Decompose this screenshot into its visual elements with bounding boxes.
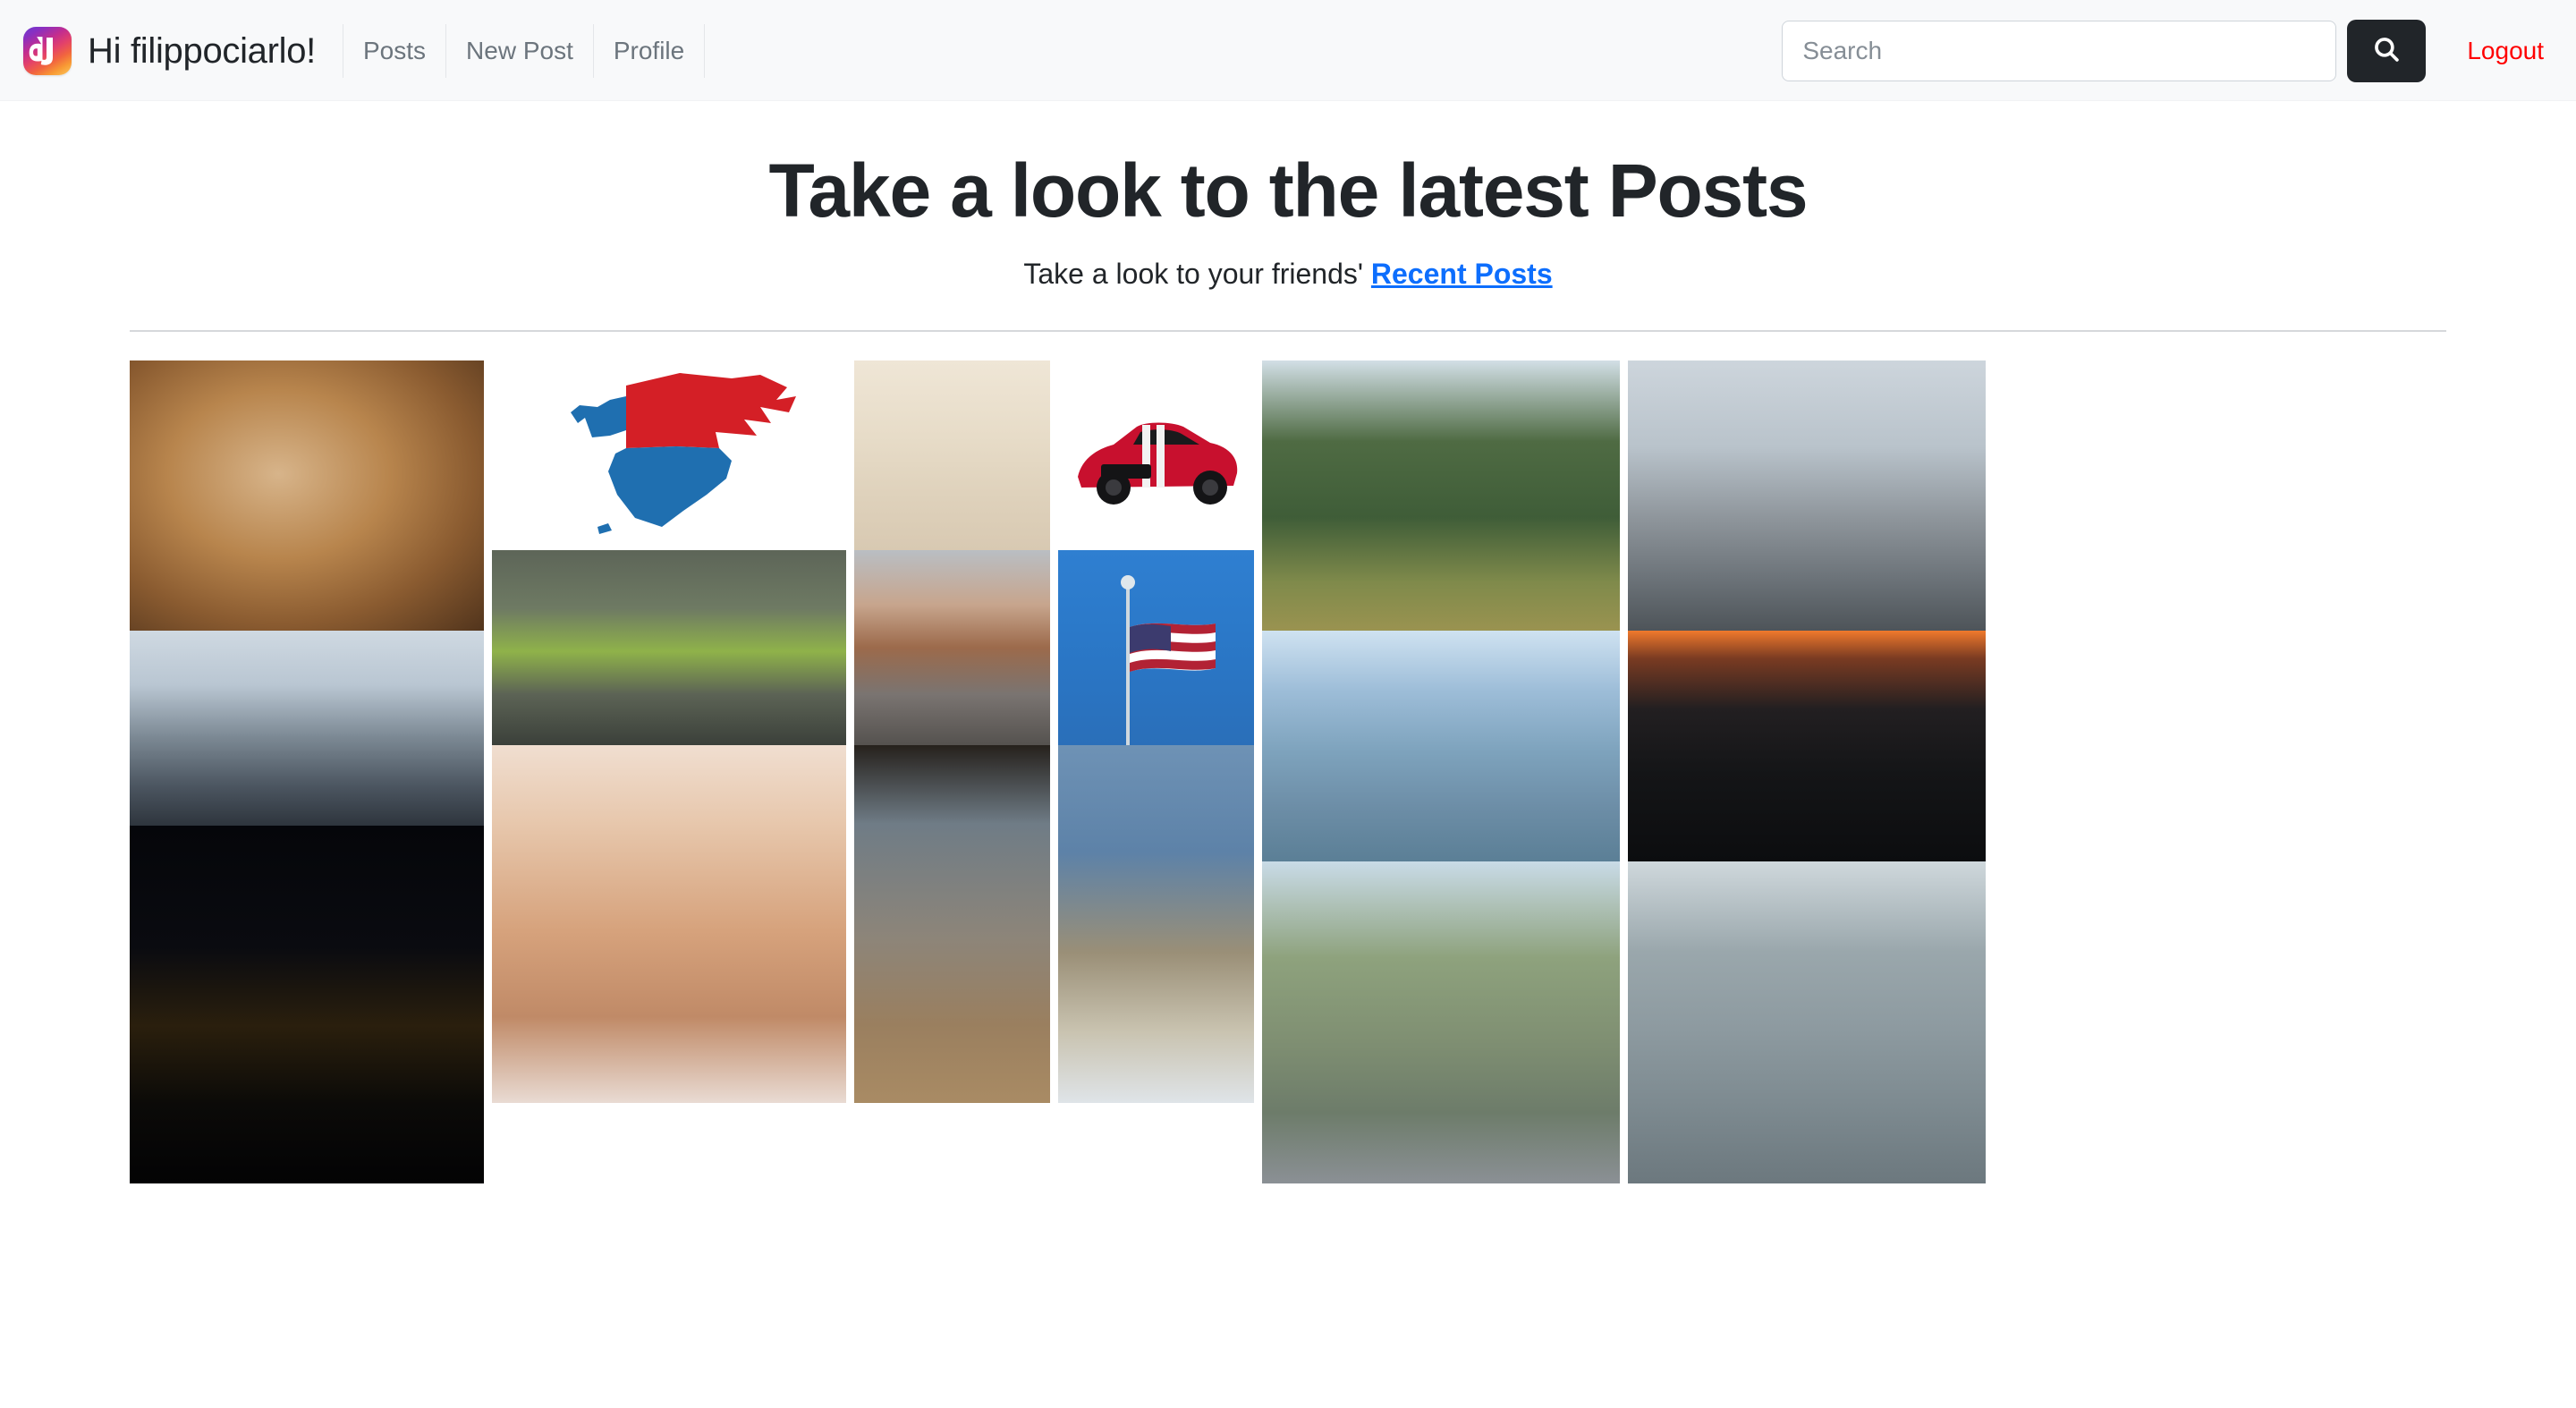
nav-link-profile[interactable]: Profile [592, 23, 706, 78]
post-north-america-map[interactable] [492, 360, 878, 550]
post-mars-surface-rover-tracks-image [492, 744, 846, 1103]
post-us-flag-blue-sky[interactable] [1058, 549, 1286, 745]
brand-home-link[interactable]: Hi filippociarlo! [23, 26, 343, 75]
search-input[interactable] [1782, 20, 2337, 81]
post-orange-lamborghini-downtown[interactable] [854, 549, 1082, 745]
post-jackson-hole-antler-arch-image [1058, 744, 1254, 1103]
post-river-bridge-aerial[interactable] [1262, 630, 1652, 861]
post-mars-surface-rover-tracks[interactable] [492, 744, 846, 1103]
post-london-skyline-gherkin-image [130, 630, 484, 826]
gallery-column-3 [854, 360, 1082, 1103]
post-cowboy-horse-cattle-image [130, 360, 484, 631]
post-north-america-map-image [492, 360, 846, 550]
navbar: Hi filippociarlo! Posts New Post Profile… [0, 0, 2576, 101]
post-log-cabin-forest-image [1262, 360, 1620, 631]
post-london-city-street[interactable] [1628, 360, 1986, 631]
post-earth-from-space-night[interactable] [130, 825, 484, 1183]
gallery-column-5 [1262, 360, 1652, 1183]
post-red-mustang-shelby-image [1058, 360, 1254, 550]
post-austin-capitol-congress-ave[interactable] [1262, 861, 1620, 1183]
post-jackson-hole-antler-arch[interactable] [1058, 744, 1254, 1103]
post-leonardo-sketch-cityscape-image [854, 360, 1050, 550]
page-subtitle-prefix: Take a look to your friends' [1023, 257, 1363, 290]
page-header-block: Take a look to the latest Posts Take a l… [0, 101, 2576, 291]
post-red-mustang-shelby[interactable] [1058, 360, 1286, 550]
gallery-column-6 [1628, 360, 1986, 1183]
page-subtitle: Take a look to your friends' Recent Post… [0, 258, 2576, 291]
post-cowboy-horse-cattle[interactable] [130, 360, 516, 631]
search-button[interactable] [2347, 19, 2427, 82]
post-rodeo-flag-montana-image [854, 744, 1050, 1103]
posts-gallery [0, 332, 2446, 1183]
post-us-flag-blue-sky-image [1058, 549, 1254, 745]
post-rogers-centre-toronto-night-image [1628, 630, 1986, 861]
gallery-column-2 [492, 360, 878, 1103]
page-title: Take a look to the latest Posts [768, 148, 1809, 233]
post-earth-from-space-night-image [130, 825, 484, 1183]
post-rogers-centre-toronto-night[interactable] [1628, 630, 1986, 861]
gallery-column-1 [130, 360, 516, 1183]
gallery-column-4 [1058, 360, 1286, 1103]
post-river-bridge-aerial-image [1262, 630, 1620, 861]
recent-posts-link[interactable]: Recent Posts [1371, 258, 1553, 290]
post-green-lamborghini-street[interactable] [492, 549, 878, 745]
search-icon [2371, 34, 2402, 67]
post-london-city-street-image [1628, 360, 1986, 631]
post-austin-capitol-congress-ave-image [1262, 861, 1620, 1183]
post-orange-lamborghini-downtown-image [854, 549, 1050, 745]
django-dj-logo-icon [23, 26, 72, 75]
post-rodeo-flag-montana[interactable] [854, 744, 1050, 1103]
post-alley-garages-autumn[interactable] [1628, 861, 1986, 1183]
nav-link-new-post[interactable]: New Post [445, 23, 593, 78]
main-nav: Posts New Post Profile [343, 23, 706, 78]
post-green-lamborghini-street-image [492, 549, 846, 745]
brand-greeting-text: Hi filippociarlo! [88, 30, 316, 71]
navbar-right-group: Logout [1782, 19, 2551, 82]
nav-link-posts[interactable]: Posts [343, 23, 445, 78]
post-alley-garages-autumn-image [1628, 861, 1986, 1183]
logout-link[interactable]: Logout [2467, 37, 2544, 65]
post-leonardo-sketch-cityscape[interactable] [854, 360, 1082, 550]
post-log-cabin-forest[interactable] [1262, 360, 1652, 631]
post-london-skyline-gherkin[interactable] [130, 630, 516, 826]
